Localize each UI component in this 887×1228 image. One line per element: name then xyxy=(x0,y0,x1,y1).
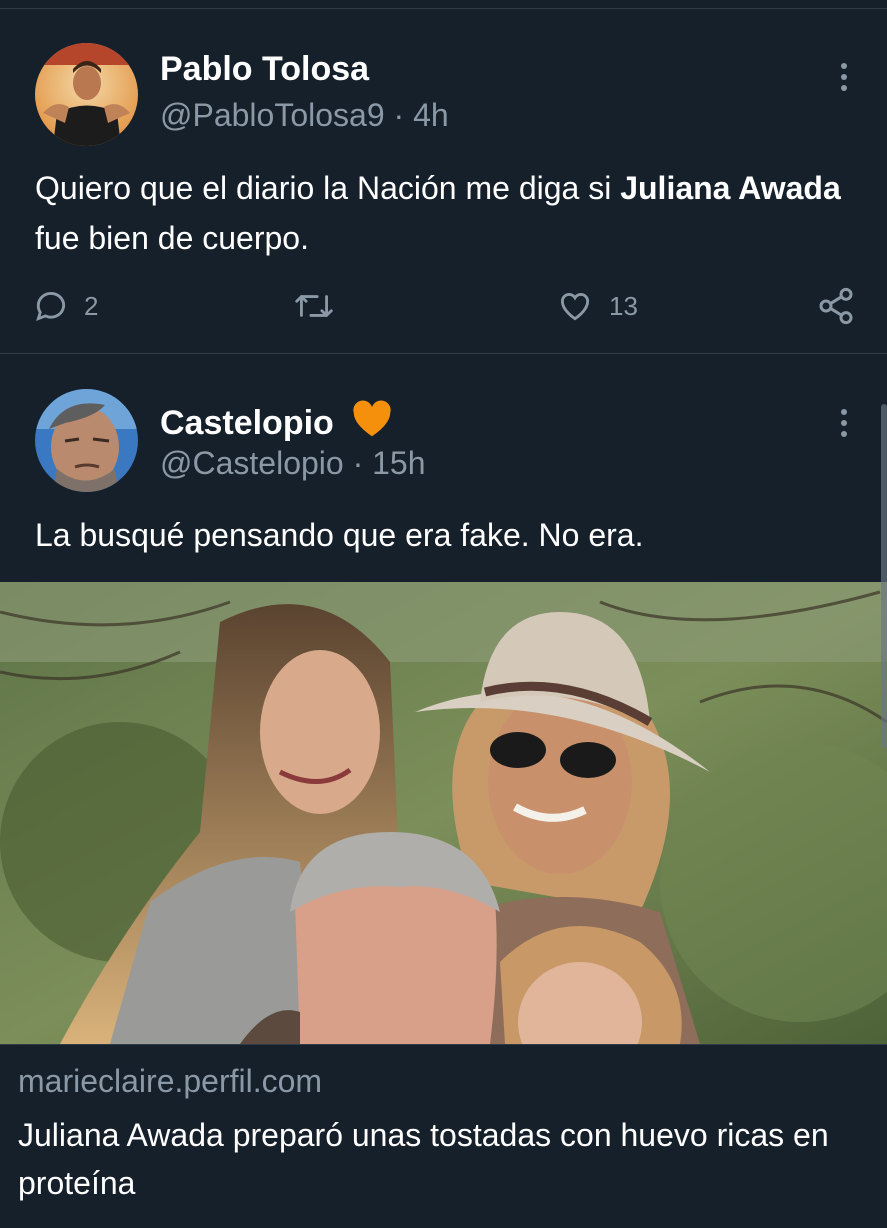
reply-button[interactable]: 2 xyxy=(32,280,98,332)
tweet-text-part: Quiero que el diario la Nación me diga s… xyxy=(35,170,621,206)
tweet-text: La busqué pensando que era fake. No era. xyxy=(35,517,644,553)
reply-icon xyxy=(32,287,70,325)
link-card-image[interactable] xyxy=(0,582,887,1044)
tweet[interactable]: Castelopio @Castelopio · 15h La busqué p… xyxy=(0,354,887,1228)
tweet[interactable]: Pablo Tolosa @PabloTolosa9 · 4h Quiero q… xyxy=(0,8,887,354)
tweet-actions: 2 13 xyxy=(0,280,887,332)
reply-count: 2 xyxy=(84,290,99,321)
avatar[interactable] xyxy=(35,43,138,146)
retweet-button[interactable] xyxy=(292,280,336,332)
avatar[interactable] xyxy=(35,389,138,492)
author-name[interactable]: Castelopio xyxy=(160,398,395,447)
tweet-text-bold: Juliana Awada xyxy=(620,170,841,206)
more-options-icon[interactable] xyxy=(832,60,856,94)
share-icon xyxy=(816,286,856,326)
share-button[interactable] xyxy=(816,280,856,332)
card-domain: marieclaire.perfil.com xyxy=(18,1063,323,1099)
like-count: 13 xyxy=(609,290,638,321)
card-title: Juliana Awada preparó unas tostadas con … xyxy=(18,1117,829,1201)
retweet-icon xyxy=(292,287,336,325)
author-name-text: Castelopio xyxy=(160,404,334,442)
heart-icon xyxy=(555,287,595,325)
like-button[interactable]: 13 xyxy=(555,280,638,332)
more-options-icon[interactable] xyxy=(832,406,856,440)
author-handle-time[interactable]: @PabloTolosa9 · 4h xyxy=(160,97,449,134)
tweet-text-part: fue bien de cuerpo. xyxy=(35,220,309,256)
link-card[interactable]: marieclaire.perfil.com Juliana Awada pre… xyxy=(0,1044,887,1228)
author-handle-time[interactable]: @Castelopio · 15h xyxy=(160,445,426,482)
tweet-text: Quiero que el diario la Nación me diga s… xyxy=(35,163,855,263)
author-name[interactable]: Pablo Tolosa xyxy=(160,50,369,89)
scrollbar[interactable] xyxy=(881,404,887,748)
heart-badge-icon xyxy=(349,398,395,447)
